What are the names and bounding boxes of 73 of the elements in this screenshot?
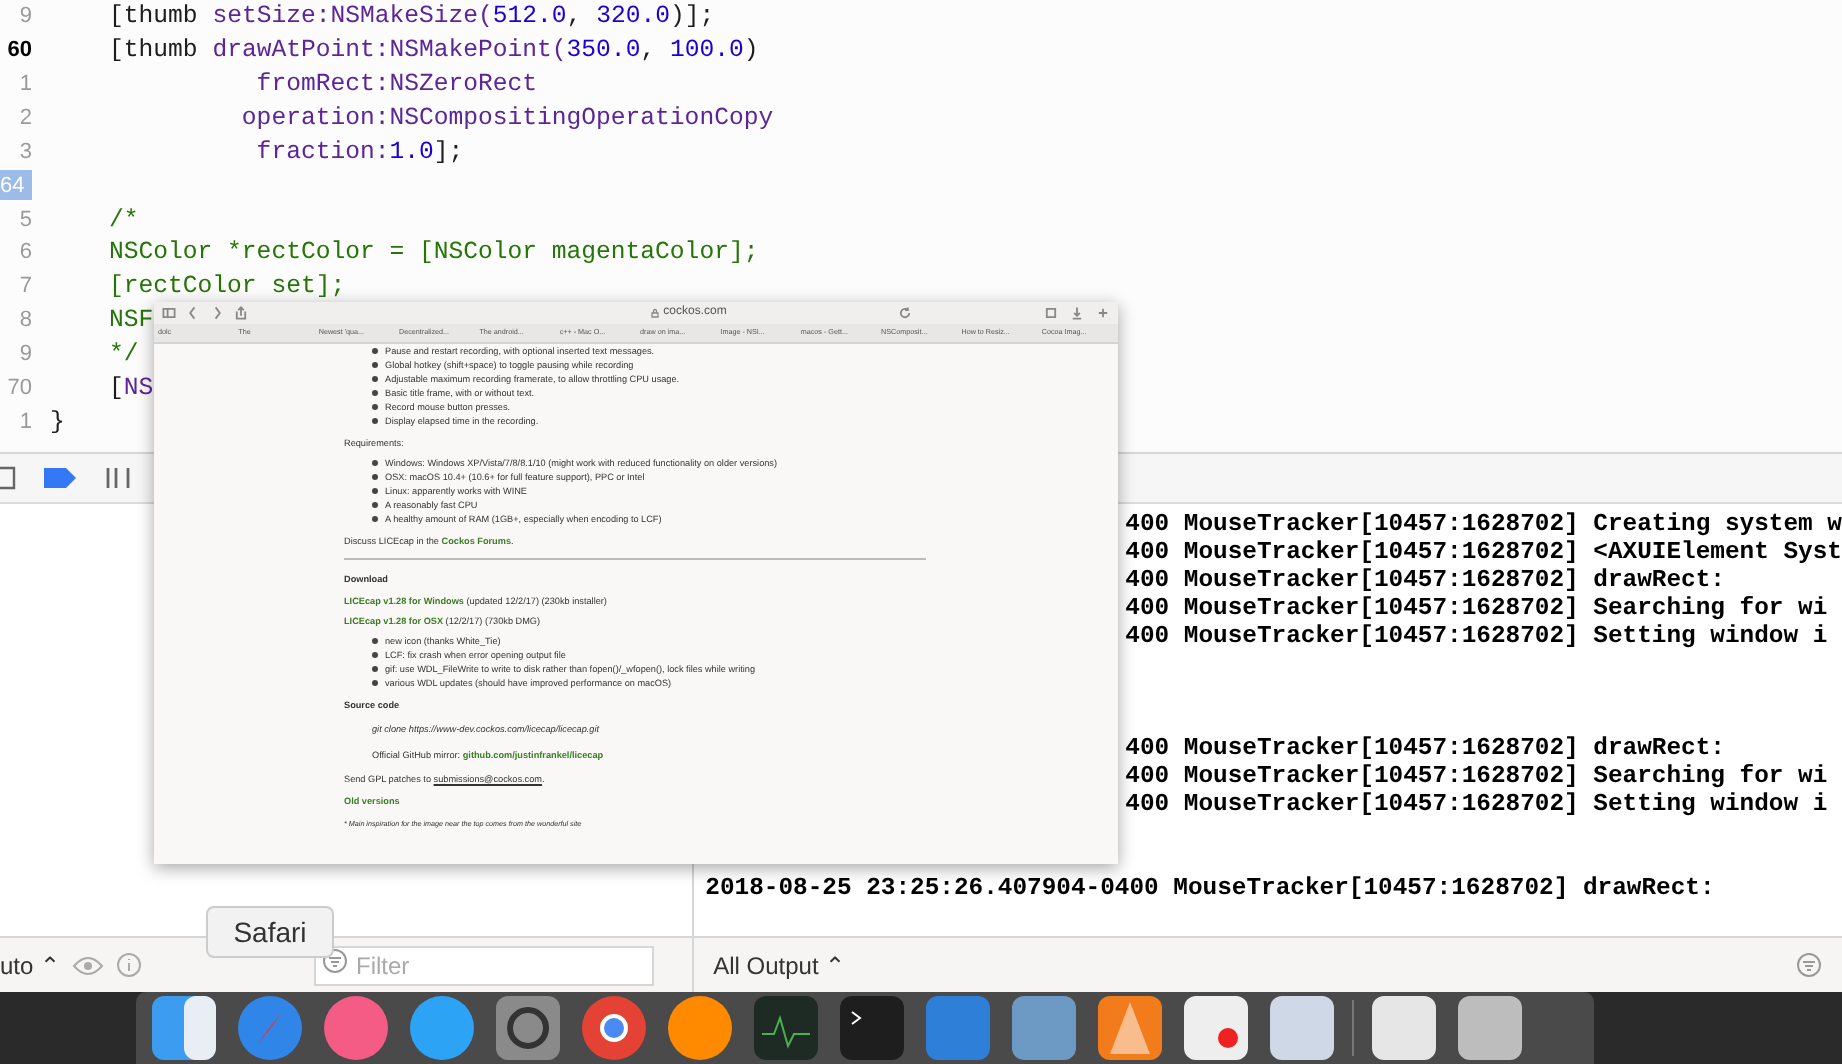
code-line: fraction:1.0]; [254,135,464,170]
terminal-icon[interactable] [836,994,908,1062]
console-line: 400 MouseTracker[10457:1628702] Searching for wi [1125,759,1828,792]
code-line: [thumb drawAtPoint:NSMakePoint(350.0, 100.0) [107,34,759,69]
line-number: 70 [7,373,32,404]
line-number: 5 [19,205,32,236]
console-line: 400 MouseTracker[10457:1628702] Setting window i [1125,788,1828,822]
bullet-icon [372,502,377,508]
code-line: [NS [107,372,154,407]
bullet-icon [372,652,377,658]
code-line: fromRect:NSZeroRect [254,68,538,103]
code-line: NSF [107,304,154,339]
filter-icon [322,948,349,974]
cone-icon[interactable] [1094,994,1166,1062]
code-line: NSColor *rectColor = [NSColor magentaColor]; [107,236,759,271]
code-line: } [50,405,65,440]
record-icon[interactable] [1180,994,1252,1062]
eye-icon[interactable] [72,953,105,977]
gear-icon[interactable] [492,994,564,1062]
line-number: 9 [19,2,32,33]
bullet-icon [372,418,377,424]
code-line: [thumb setSize:NSMakeSize(512.0, 320.0)]; [107,0,715,35]
bullet-icon [372,474,377,480]
bullet-icon [372,460,377,466]
bullet-icon [372,666,377,672]
monitor-icon[interactable] [750,994,822,1062]
back-icon[interactable] [186,306,200,320]
console-line: 400 MouseTracker[10457:1628702] drawRect: [1125,731,1725,764]
line-number: 7 [19,272,32,303]
bullet-icon [372,376,377,382]
line-number: 2 [19,103,32,134]
reload-icon[interactable] [898,306,912,320]
bullet-icon [372,488,377,494]
console-line: 2018-08-25 23:25:26.407904-0400 MouseTracker[10457:1628702] drawRect: [705,871,1715,906]
line-number: 1 [19,69,32,100]
line-number: 9 [19,340,32,371]
bullet-icon [372,516,377,522]
console-line: 400 MouseTracker[10457:1628702] Creating system w [1125,507,1842,540]
bullet-icon [372,638,377,644]
line-number: 1 [19,407,32,438]
console-line: 400 MouseTracker[10457:1628702] <AXUIElement Syst [1125,536,1842,568]
bullet-icon [372,404,377,410]
line-number: 60 [7,36,32,67]
code-line: operation:NSCompositingOperationCopy [239,101,774,136]
filter-field[interactable]: Filter [314,945,655,985]
scope-menu[interactable]: uto ⌃ [0,947,61,983]
info-icon[interactable] [116,952,143,978]
bullet-icon [372,680,377,686]
console-line: 400 MouseTracker[10457:1628702] drawRect: [1125,563,1725,596]
sidebar-icon[interactable] [162,306,176,320]
pause-icon[interactable] [104,466,132,490]
output-menu[interactable]: All Output ⌃ [713,947,846,983]
bullet-icon [372,348,377,354]
lock-icon[interactable] [649,306,660,320]
breakpoint-tag-icon[interactable] [44,468,76,488]
download-icon[interactable] [1070,306,1084,320]
extension-icon[interactable] [1044,306,1058,320]
new-tab-icon[interactable] [1096,306,1110,320]
panel-toggle-icon[interactable] [0,466,16,490]
bullet-icon [372,362,377,368]
line-number: 8 [19,306,32,337]
dock-tooltip: Safari [206,906,334,958]
code-line: [rectColor set]; [107,270,346,305]
console-line: 400 MouseTracker[10457:1628702] Setting window i [1125,620,1828,654]
code-line: */ [107,338,139,373]
bullet-icon [372,390,377,396]
line-number: 3 [19,137,32,168]
line-number: 6 [19,238,32,269]
forward-icon[interactable] [210,306,224,320]
console-line: 400 MouseTracker[10457:1628702] Searching for wi [1125,591,1828,624]
filter-icon[interactable] [1796,952,1822,978]
share-icon[interactable] [234,306,248,320]
code-line: /* [107,203,139,238]
